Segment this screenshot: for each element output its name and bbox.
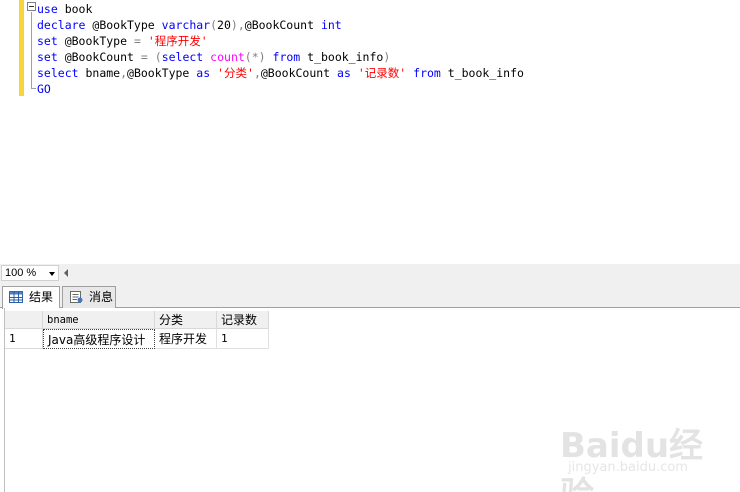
code-token: '记录数' (357, 66, 407, 80)
code-token: int (320, 18, 342, 32)
grid-cell-count[interactable]: 1 (217, 329, 269, 349)
code-token: = (140, 50, 148, 64)
code-token: 20 (217, 18, 231, 32)
editor-gutter (0, 0, 17, 264)
change-tracking-bar (19, 0, 24, 96)
code-token: = (133, 34, 141, 48)
code-token: set (37, 34, 58, 48)
code-token: @BookType (57, 34, 134, 48)
row-header[interactable]: 1 (5, 329, 43, 349)
code-token: @BookCount (244, 18, 321, 32)
collapse-region-icon[interactable] (27, 2, 36, 11)
code-token: varchar (161, 18, 211, 32)
zoom-value: 100 % (5, 267, 37, 279)
grid-corner-header[interactable] (5, 311, 43, 329)
code-token: , (253, 66, 261, 80)
code-token: book (57, 2, 93, 16)
watermark-url: jingyan.baidu.com (568, 460, 688, 475)
code-line[interactable]: declare @BookType varchar(20),@BookCount… (37, 17, 524, 33)
code-token: use (37, 2, 58, 16)
code-line[interactable]: set @BookCount = (select count(*) from t… (37, 49, 524, 65)
outline-fold-end (31, 88, 36, 89)
grid-cell-type[interactable]: 程序开发 (155, 329, 217, 349)
baidu-watermark: Baidu经验 jingyan.baidu.com (560, 408, 736, 492)
chevron-down-icon[interactable] (49, 272, 55, 276)
code-token: ( (210, 18, 218, 32)
code-token: ( (154, 50, 162, 64)
code-token: @BookCount (57, 50, 141, 64)
code-token: as (196, 66, 211, 80)
code-token: (*) (244, 50, 266, 64)
code-token: as (337, 66, 351, 80)
watermark-brand: Baidu经验 (560, 426, 704, 492)
code-token: bname (78, 66, 121, 80)
code-token: ) (383, 50, 391, 64)
tab-messages[interactable]: 消息 (62, 286, 116, 308)
grid-icon (9, 291, 23, 303)
code-token: @BookCount (260, 66, 338, 80)
column-header-bname[interactable]: bname (43, 311, 155, 329)
outline-fold-line (31, 12, 32, 88)
code-token: set (37, 50, 58, 64)
code-line[interactable]: set @BookType = '程序开发' (37, 33, 524, 49)
code-token: ), (230, 18, 245, 32)
code-line[interactable]: use book (37, 1, 524, 17)
code-token: @BookType (85, 18, 162, 32)
tab-messages-label: 消息 (89, 290, 114, 304)
grid-cell-bname[interactable]: Java高级程序设计 (43, 329, 155, 349)
code-line[interactable]: select bname,@BookType as '分类',@BookCoun… (37, 65, 524, 81)
code-token: select (161, 50, 204, 64)
results-tab-strip: 结果 消息 (0, 282, 740, 309)
code-token: @BookType (127, 66, 197, 80)
scroll-left-arrow-icon[interactable] (64, 269, 68, 277)
code-token: count (210, 50, 245, 64)
message-icon (70, 291, 83, 303)
code-token: GO (37, 82, 51, 96)
code-token: , (120, 66, 128, 80)
code-token: '分类' (217, 66, 254, 80)
code-token: t_book_info (300, 50, 384, 64)
sql-code[interactable]: use book declare @BookType varchar(20),@B… (37, 1, 524, 97)
code-token: from (413, 66, 441, 80)
code-token: declare (37, 18, 86, 32)
code-line[interactable]: GO (37, 81, 524, 97)
zoom-combobox[interactable]: 100 % (1, 265, 59, 281)
code-token: t_book_info (440, 66, 524, 80)
code-token: '程序开发' (147, 34, 208, 48)
tab-results[interactable]: 结果 (2, 286, 60, 309)
column-header-type[interactable]: 分类 (155, 311, 217, 329)
tab-results-label: 结果 (29, 290, 54, 304)
sql-editor[interactable]: use book declare @BookType varchar(20),@B… (0, 0, 740, 264)
zoom-bar: 100 % (0, 264, 740, 282)
column-header-count[interactable]: 记录数 (217, 311, 269, 329)
code-token: from (272, 50, 301, 64)
code-token: select (37, 66, 79, 80)
